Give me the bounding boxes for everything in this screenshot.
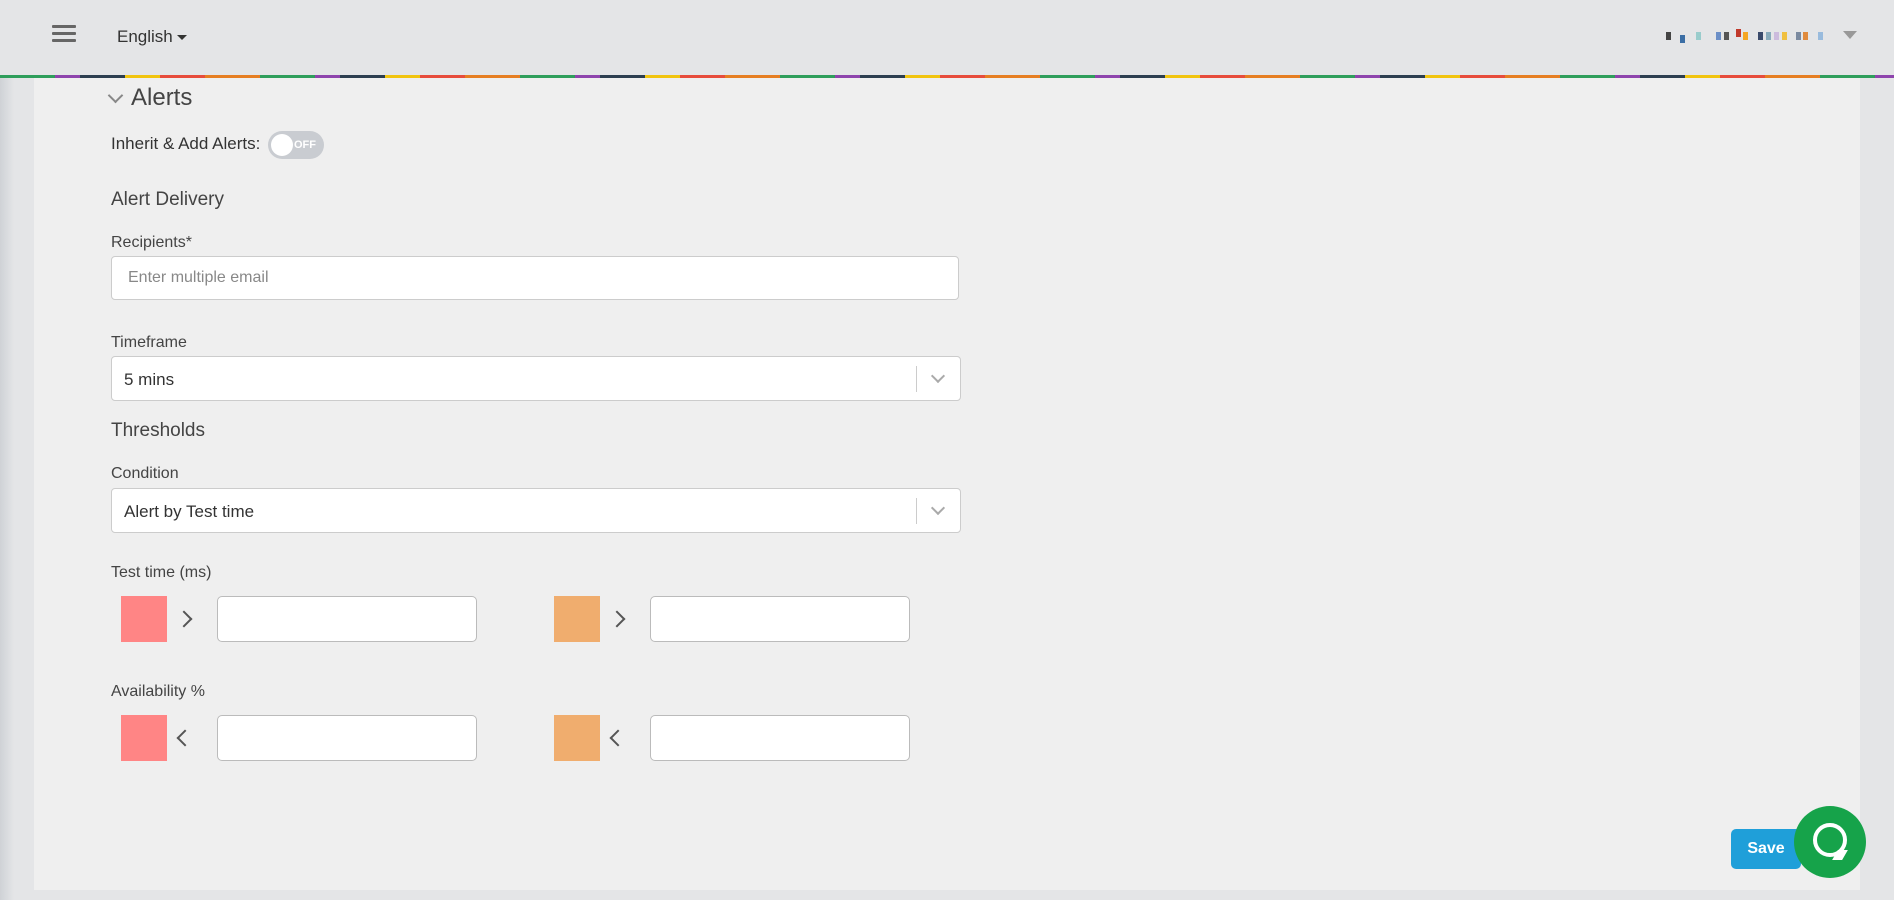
chat-widget-button[interactable] <box>1794 806 1866 878</box>
availability-warning-input[interactable] <box>650 715 910 761</box>
inherit-alerts-label: Inherit & Add Alerts: <box>111 134 261 153</box>
alerts-title: Alerts <box>131 84 193 111</box>
condition-label: Condition <box>111 465 179 482</box>
less-than-icon <box>176 729 194 747</box>
account-name-blurred[interactable] <box>1666 29 1826 43</box>
user-menu-caret-icon[interactable] <box>1843 31 1857 39</box>
language-label: English <box>117 27 173 46</box>
greater-than-icon <box>175 610 193 628</box>
chevron-down-icon <box>930 500 946 516</box>
chevron-down-icon <box>107 87 124 104</box>
language-dropdown[interactable]: English <box>117 27 187 47</box>
toggle-knob <box>271 134 293 156</box>
critical-color-swatch <box>121 715 167 761</box>
alerts-section-toggle[interactable]: Alerts <box>107 84 193 112</box>
test-time-warning-input[interactable] <box>650 596 910 642</box>
chevron-down-icon <box>930 368 946 384</box>
thresholds-heading: Thresholds <box>111 420 205 441</box>
recipients-label: Recipients* <box>111 234 192 251</box>
greater-than-icon <box>608 610 626 628</box>
condition-select[interactable]: Alert by Test time <box>111 488 961 533</box>
warning-color-swatch <box>554 596 600 642</box>
save-button[interactable]: Save <box>1731 829 1801 869</box>
critical-color-swatch <box>121 596 167 642</box>
timeframe-value: 5 mins <box>124 370 175 389</box>
test-time-critical-input[interactable] <box>217 596 477 642</box>
availability-label: Availability % <box>111 683 205 700</box>
alerts-panel: Alerts Inherit & Add Alerts: OFF Alert D… <box>34 78 1860 890</box>
sidebar-edge <box>0 78 14 900</box>
menu-icon[interactable] <box>52 25 76 49</box>
availability-critical-input[interactable] <box>217 715 477 761</box>
inherit-alerts-toggle[interactable]: OFF <box>268 131 324 159</box>
warning-color-swatch <box>554 715 600 761</box>
alert-delivery-heading: Alert Delivery <box>111 189 224 210</box>
recipients-input[interactable] <box>111 256 959 300</box>
select-divider <box>916 366 917 392</box>
less-than-icon <box>609 729 627 747</box>
condition-value: Alert by Test time <box>124 502 255 521</box>
top-bar: English <box>0 0 1894 76</box>
toggle-state: OFF <box>294 139 316 151</box>
select-divider <box>916 498 917 524</box>
caret-down-icon <box>176 35 187 41</box>
timeframe-select[interactable]: 5 mins <box>111 356 961 401</box>
test-time-label: Test time (ms) <box>111 564 212 581</box>
timeframe-label: Timeframe <box>111 334 187 351</box>
